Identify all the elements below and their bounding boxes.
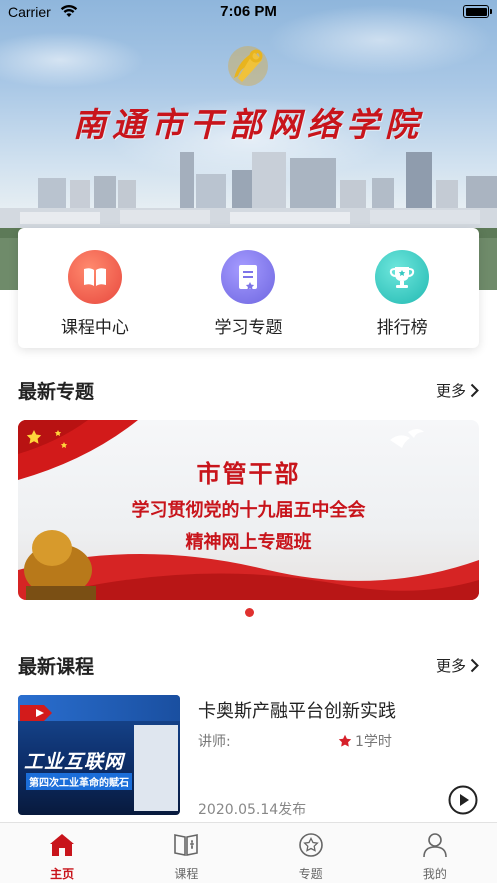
courses-section-header: 最新课程 更多 [18, 650, 479, 680]
course-thumbnail: 工业互联网 第四次工业革命的赋石 [18, 695, 180, 815]
star-circle-icon [298, 833, 323, 857]
nav-course-center-label: 课程中心 [60, 318, 129, 338]
clock: 7:06 PM [220, 3, 277, 20]
course-title: 卡奥斯产融平台创新实践 [198, 701, 396, 722]
thumbnail-side-panel [134, 725, 178, 811]
course-hours: 1学时 [338, 731, 392, 751]
quick-nav-card: 课程中心 学习专题 排行榜 [18, 228, 479, 348]
battery-icon [463, 5, 492, 18]
academy-title: 南通市干部网络学院 [73, 105, 424, 144]
topics-more-link[interactable]: 更多 [436, 380, 479, 401]
play-icon[interactable] [448, 785, 478, 815]
trophy-icon [375, 250, 430, 304]
star-icon [338, 734, 352, 747]
book-icon [67, 250, 122, 304]
topics-section-header: 最新专题 更多 [18, 375, 479, 405]
home-icon [50, 834, 75, 856]
tab-profile-label: 我的 [422, 867, 447, 881]
book-open-icon [174, 834, 199, 856]
party-emblem-icon [220, 42, 276, 94]
banner-headline: 市管干部 [196, 460, 301, 488]
tab-courses[interactable]: 课程 [124, 823, 248, 883]
tab-profile[interactable]: 我的 [373, 823, 497, 883]
tab-courses-label: 课程 [174, 867, 199, 881]
topic-banner[interactable]: 市管干部 学习贯彻党的十九届五中全会 精神网上专题班 [18, 420, 479, 600]
tab-topics[interactable]: 专题 [249, 823, 373, 883]
chevron-right-icon [470, 658, 479, 672]
nav-course-center[interactable]: 课程中心 [35, 250, 155, 348]
tab-topics-label: 专题 [298, 867, 323, 881]
chevron-right-icon [470, 383, 479, 397]
nav-leaderboard[interactable]: 排行榜 [342, 250, 462, 348]
tab-bar: 主页 课程 专题 我的 [0, 822, 497, 883]
banner-subline-2: 精神网上专题班 [185, 532, 312, 553]
course-date: 2020.05.14发布 [198, 802, 307, 818]
courses-more-label: 更多 [435, 656, 466, 675]
course-lecturer: 讲师: [198, 734, 231, 750]
carousel-indicator[interactable] [245, 608, 254, 617]
course-hours-value: 1学时 [355, 734, 392, 750]
topics-section-title: 最新专题 [18, 380, 95, 403]
thumbnail-subtitle: 第四次工业革命的赋石 [26, 773, 132, 790]
thumbnail-tag-icon [20, 705, 52, 721]
topics-more-label: 更多 [435, 381, 466, 400]
thumbnail-title: 工业互联网 [24, 751, 125, 773]
courses-more-link[interactable]: 更多 [436, 655, 479, 676]
nav-study-topics-label: 学习专题 [214, 318, 283, 338]
courses-section-title: 最新课程 [18, 655, 95, 678]
status-bar: Carrier 7:06 PM [0, 0, 497, 26]
banner-subline-1: 学习贯彻党的十九届五中全会 [131, 500, 366, 521]
tab-home-label: 主页 [50, 867, 75, 881]
tab-home[interactable]: 主页 [0, 823, 124, 883]
nav-study-topics[interactable]: 学习专题 [188, 250, 308, 348]
nav-leaderboard-label: 排行榜 [376, 318, 428, 338]
document-icon [221, 250, 276, 304]
person-icon [423, 833, 447, 858]
course-card[interactable]: 工业互联网 第四次工业革命的赋石 卡奥斯产融平台创新实践 讲师: 1学时 202… [18, 695, 479, 818]
